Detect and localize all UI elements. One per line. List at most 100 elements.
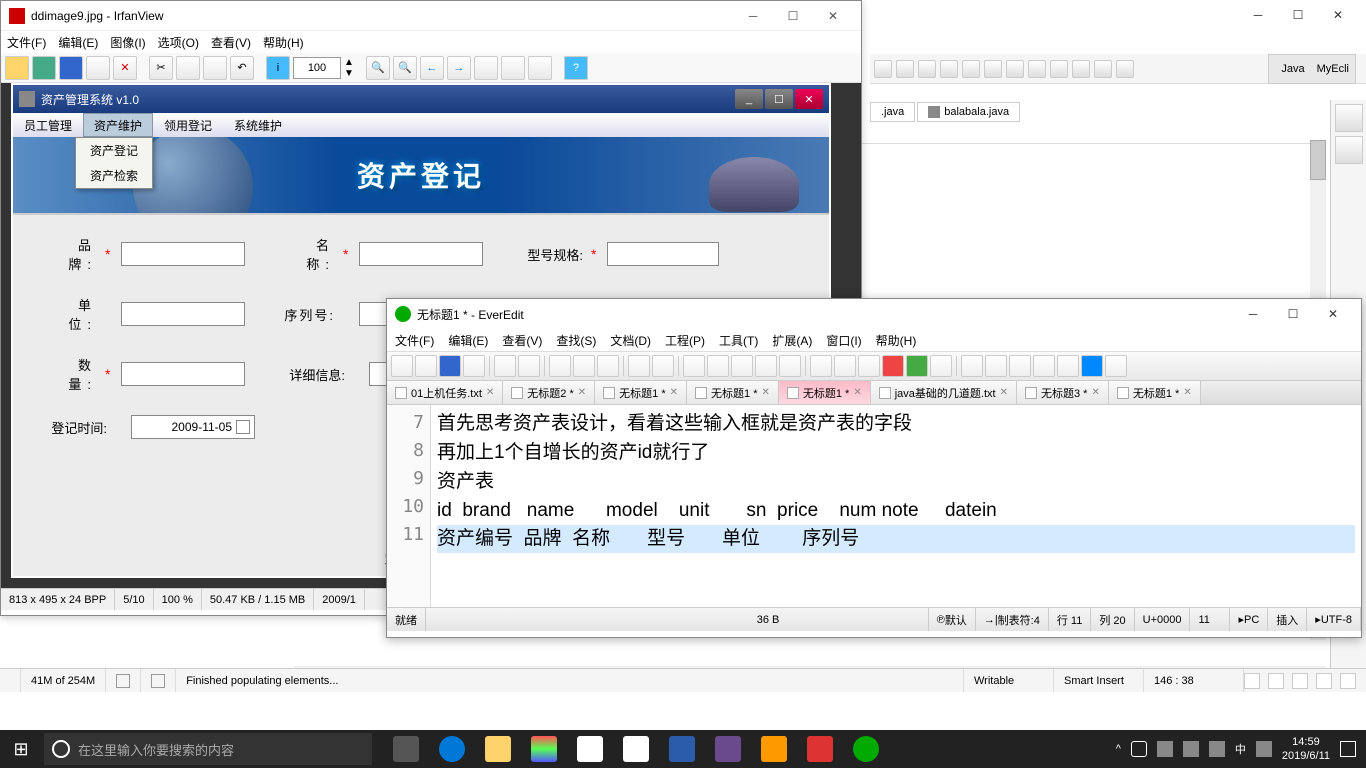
ee-menu-help[interactable]: 帮助(H) (876, 332, 917, 349)
asset-menu-employee[interactable]: 员工管理 (13, 113, 83, 137)
zoomin-icon[interactable]: 🔍 (393, 56, 417, 80)
slideshow-icon[interactable] (32, 56, 56, 80)
ee-tab[interactable]: 无标题2 *✕ (503, 381, 595, 404)
irfan-maximize-button[interactable]: ☐ (773, 4, 813, 28)
eclipse-tool-icon[interactable] (962, 60, 980, 78)
prev-icon[interactable]: ← (420, 56, 444, 80)
ee-tool-icon[interactable] (930, 355, 952, 377)
eclipse-tool-icon[interactable] (1116, 60, 1134, 78)
next-icon[interactable]: → (447, 56, 471, 80)
explorer-button[interactable] (476, 730, 520, 768)
eclipse-perspective-myecli[interactable]: MyEcli (1317, 63, 1349, 75)
save-icon[interactable] (59, 56, 83, 80)
eclipse-tool-icon[interactable] (940, 60, 958, 78)
tool-icon[interactable] (528, 56, 552, 80)
ee-menu-file[interactable]: 文件(F) (395, 332, 434, 349)
eclipse-tool-icon[interactable] (984, 60, 1002, 78)
asset-titlebar[interactable]: 资产管理系统 v1.0 _ ☐ ✕ (13, 85, 829, 113)
ee-editor[interactable]: 7891011 首先思考资产表设计，看着这些输入框就是资产表的字段 再加上1个自… (387, 405, 1361, 607)
ee-redo-icon[interactable] (518, 355, 540, 377)
paste-icon[interactable] (203, 56, 227, 80)
vm-button[interactable] (752, 730, 796, 768)
eclipse-status-icon[interactable] (1340, 673, 1356, 689)
asset-dropdown-search[interactable]: 资产检索 (76, 163, 152, 188)
model-input[interactable] (607, 242, 719, 266)
open-icon[interactable] (5, 56, 29, 80)
asset-maximize-button[interactable]: ☐ (765, 89, 793, 109)
ee-tab[interactable]: 无标题1 *✕ (1109, 381, 1201, 404)
trash-icon[interactable] (116, 674, 130, 688)
ime-indicator[interactable]: 中 (1235, 741, 1246, 757)
tool-icon[interactable] (501, 56, 525, 80)
calendar-icon[interactable] (236, 420, 250, 434)
tool-icon[interactable] (474, 56, 498, 80)
ee-tool-icon[interactable] (628, 355, 650, 377)
people-icon[interactable] (1131, 741, 1147, 757)
qty-input[interactable] (121, 362, 245, 386)
eclipse-status-icon[interactable] (1268, 673, 1284, 689)
store-button[interactable] (614, 730, 658, 768)
ee-menu-find[interactable]: 查找(S) (556, 332, 596, 349)
date-field[interactable]: 2009-11-05 (131, 415, 255, 439)
irfan-titlebar[interactable]: ddimage9.jpg - IrfanView ─ ☐ ✕ (1, 1, 861, 31)
ee-tool-icon[interactable] (652, 355, 674, 377)
app-button[interactable] (798, 730, 842, 768)
ee-save-icon[interactable] (439, 355, 461, 377)
eclipse-side-icon[interactable] (1335, 104, 1363, 132)
cut-icon[interactable]: ✂ (149, 56, 173, 80)
help-icon[interactable]: ? (564, 56, 588, 80)
ee-tool-icon[interactable] (1009, 355, 1031, 377)
taskview-button[interactable] (384, 730, 428, 768)
asset-close-button[interactable]: ✕ (795, 89, 823, 109)
ee-cut-icon[interactable] (549, 355, 571, 377)
ee-menu-ext[interactable]: 扩展(A) (772, 332, 812, 349)
asset-minimize-button[interactable]: _ (735, 89, 763, 109)
eclipse-perspective-java[interactable]: Java (1281, 63, 1304, 75)
ee-copy-icon[interactable] (573, 355, 595, 377)
volume-icon[interactable] (1183, 741, 1199, 757)
delete-icon[interactable]: ✕ (113, 56, 137, 80)
irfan-menu-edit[interactable]: 编辑(E) (58, 34, 98, 51)
ee-record-icon[interactable] (882, 355, 904, 377)
ee-titlebar[interactable]: 无标题1 * - EverEdit ─ ☐ ✕ (387, 299, 1361, 329)
ee-new-icon[interactable] (391, 355, 413, 377)
zoomout-icon[interactable]: 🔍 (366, 56, 390, 80)
ee-minimize-button[interactable]: ─ (1233, 300, 1273, 328)
ee-status-enc[interactable]: ℗ 默认 (929, 608, 976, 631)
everedit-button[interactable] (844, 730, 888, 768)
irfan-menu-options[interactable]: 选项(O) (158, 34, 199, 51)
tab-close-icon[interactable]: ✕ (578, 387, 586, 398)
ee-menu-window[interactable]: 窗口(I) (826, 332, 861, 349)
eclipse-tool-icon[interactable] (1028, 60, 1046, 78)
ee-menu-edit[interactable]: 编辑(E) (448, 332, 488, 349)
notification-icon[interactable] (1340, 741, 1356, 757)
ee-tool-icon[interactable] (985, 355, 1007, 377)
ee-undo-icon[interactable] (494, 355, 516, 377)
onedrive-icon[interactable] (1157, 741, 1173, 757)
ee-tool-icon[interactable] (755, 355, 777, 377)
tray-expand-icon[interactable]: ^ (1116, 743, 1121, 755)
ee-tool-icon[interactable] (731, 355, 753, 377)
ee-tool-icon[interactable] (834, 355, 856, 377)
eclipse-tool-icon[interactable] (896, 60, 914, 78)
tab-close-icon[interactable]: ✕ (486, 387, 494, 398)
app-button[interactable] (568, 730, 612, 768)
ee-menu-tools[interactable]: 工具(T) (719, 332, 758, 349)
ee-tab-active[interactable]: 无标题1 *✕ (779, 381, 871, 404)
ee-tool-icon[interactable] (683, 355, 705, 377)
tab-close-icon[interactable]: ✕ (1091, 387, 1099, 398)
ime-icon[interactable] (1256, 741, 1272, 757)
ee-paste-icon[interactable] (597, 355, 619, 377)
irfan-menu-image[interactable]: 图像(I) (110, 34, 145, 51)
eclipse-tab[interactable]: .java (870, 102, 915, 122)
ee-tool-icon[interactable] (858, 355, 880, 377)
ee-tool-icon[interactable] (1105, 355, 1127, 377)
edge-button[interactable] (430, 730, 474, 768)
undo-icon[interactable]: ↶ (230, 56, 254, 80)
tab-close-icon[interactable]: ✕ (1000, 387, 1008, 398)
eclipse-tool-icon[interactable] (874, 60, 892, 78)
tab-close-icon[interactable]: ✕ (670, 387, 678, 398)
eclipse-status-icon[interactable] (1244, 673, 1260, 689)
ee-play-icon[interactable] (906, 355, 928, 377)
asset-menu-lending[interactable]: 领用登记 (153, 113, 223, 137)
